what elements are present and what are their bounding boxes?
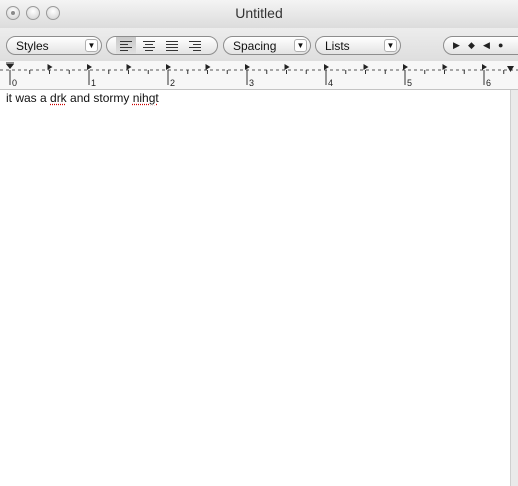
text-editor-window: Untitled Styles ▼ Spacing ▼ Lists ▼ ▶ ◆ … — [0, 0, 518, 486]
left-tab-icon[interactable]: ◀ — [483, 40, 490, 51]
styles-popup[interactable]: Styles ▼ — [6, 36, 102, 55]
tab-stop-marker — [442, 64, 448, 70]
align-justify-button[interactable] — [162, 37, 182, 54]
right-margin-marker — [507, 66, 514, 72]
tab-stop-marker — [47, 64, 53, 70]
misspelled-word: drk — [50, 91, 67, 105]
align-center-button[interactable] — [139, 37, 159, 54]
lists-label: Lists — [325, 39, 350, 53]
center-tab-icon[interactable]: ◆ — [468, 40, 475, 51]
tab-stop-marker — [87, 64, 92, 70]
tab-stop-marker — [363, 64, 369, 70]
ruler-label: 2 — [170, 78, 175, 88]
tab-stop-marker — [324, 64, 329, 70]
document-text-area[interactable]: it was a drk and stormy nihgt — [6, 90, 510, 486]
ruler-label: 6 — [486, 78, 491, 88]
tab-stop-marker — [482, 64, 487, 70]
lists-popup[interactable]: Lists ▼ — [315, 36, 401, 55]
tab-stop-marker — [245, 64, 250, 70]
right-tab-icon[interactable]: ▶ — [453, 40, 460, 51]
styles-label: Styles — [16, 39, 49, 53]
tab-stop-control[interactable]: ▶ ◆ ◀ ● — [443, 36, 518, 55]
tab-stop-marker — [126, 64, 132, 70]
tab-stop-marker — [166, 64, 171, 70]
align-right-button[interactable] — [185, 37, 205, 54]
first-line-indent-marker — [6, 64, 14, 69]
tab-stop-marker — [403, 64, 408, 70]
chevron-down-icon: ▼ — [384, 39, 397, 52]
chevron-down-icon: ▼ — [85, 39, 98, 52]
ruler-label: 1 — [91, 78, 96, 88]
ruler-label: 0 — [12, 78, 17, 88]
text-run: it was a — [6, 91, 51, 105]
window-title: Untitled — [235, 5, 283, 21]
vertical-scrollbar[interactable] — [510, 90, 518, 486]
ruler-label: 5 — [407, 78, 412, 88]
title-bar[interactable]: Untitled — [0, 0, 518, 29]
spacing-popup[interactable]: Spacing ▼ — [223, 36, 311, 55]
ruler-label: 3 — [249, 78, 254, 88]
alignment-control[interactable] — [106, 36, 218, 55]
ruler-scale: 0 1 2 3 4 5 6 — [0, 62, 518, 88]
tab-stop-marker — [284, 64, 290, 70]
decimal-tab-icon[interactable]: ● — [498, 40, 503, 50]
tab-stop-marker — [205, 64, 211, 70]
align-left-button[interactable] — [116, 37, 136, 54]
misspelled-word: nihgt — [132, 91, 159, 105]
document-text: it was a drk and stormy nihgt — [6, 91, 159, 105]
chevron-down-icon: ▼ — [294, 39, 307, 52]
ruler-label: 4 — [328, 78, 333, 88]
ruler[interactable]: 0 1 2 3 4 5 6 — [0, 61, 518, 90]
format-toolbar: Styles ▼ Spacing ▼ Lists ▼ ▶ ◆ ◀ ● — [0, 28, 518, 61]
spacing-label: Spacing — [233, 39, 277, 53]
text-run: and stormy — [66, 91, 133, 105]
